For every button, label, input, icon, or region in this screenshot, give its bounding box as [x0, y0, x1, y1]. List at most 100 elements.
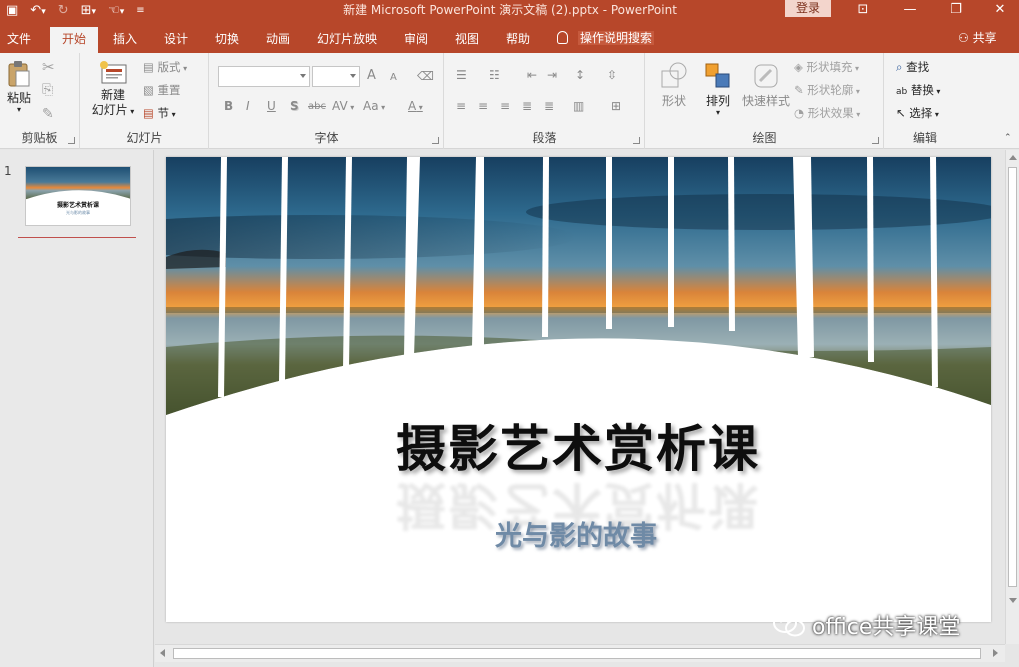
cut-icon[interactable]: ✂ [42, 58, 55, 76]
font-color-button[interactable]: A ▾ [408, 97, 423, 117]
customize-qat-icon[interactable]: ≡ [136, 2, 144, 20]
start-from-beginning-icon[interactable]: ⊞▾ [81, 2, 96, 21]
bullets-icon[interactable]: ☰ [456, 66, 467, 84]
character-spacing-button[interactable]: AV ▾ [332, 97, 354, 117]
section-icon: ▤ [143, 106, 158, 120]
close-icon[interactable]: ✕ [985, 0, 1015, 20]
select-button[interactable]: ↖ 选择 ▾ [896, 104, 939, 124]
paste-button[interactable]: 粘贴 ▾ [4, 60, 34, 114]
tab-home[interactable]: 开始 [50, 27, 99, 53]
new-slide-label-1: 新建 [100, 88, 125, 102]
section-button[interactable]: ▤ 节 ▾ [143, 104, 176, 124]
scroll-up-icon[interactable] [1009, 155, 1017, 160]
format-painter-icon[interactable]: ✎ [42, 105, 54, 123]
slide-canvas[interactable]: 摄影艺术赏析课 摄影艺术赏析课 光与影的故事 [166, 157, 991, 622]
tab-animations[interactable]: 动画 [266, 27, 290, 53]
change-case-button[interactable]: Aa ▾ [363, 97, 385, 117]
text-shadow-button[interactable]: S [290, 97, 299, 115]
grow-font-icon[interactable]: A [367, 67, 376, 85]
strikethrough-button[interactable]: abc [308, 98, 326, 116]
italic-button[interactable]: I [246, 97, 250, 115]
tab-help[interactable]: 帮助 [506, 27, 530, 53]
touch-mode-icon[interactable]: ☜▾ [108, 2, 124, 21]
minimize-icon[interactable]: — [895, 0, 925, 20]
group-slides: 新建 幻灯片 ▾ ▤ 版式 ▾ ▧ 重置 ▤ 节 ▾ 幻灯片 [81, 53, 209, 149]
thumbnail-title: 摄影艺术赏析课 [56, 202, 99, 209]
slide-thumbnail[interactable]: 摄影艺术赏析课 光与影的故事 [25, 166, 131, 226]
tab-design[interactable]: 设计 [164, 27, 188, 53]
align-center-icon[interactable]: ≡ [478, 97, 488, 115]
tell-me-search[interactable]: 操作说明搜索 [557, 27, 655, 49]
arrange-button[interactable]: 排列 ▾ [700, 61, 736, 117]
shrink-font-icon[interactable]: A [390, 69, 397, 87]
underline-button[interactable]: U [267, 97, 276, 115]
font-size-dropdown-icon[interactable] [350, 74, 356, 78]
increase-indent-icon[interactable]: ⇥ [547, 66, 557, 84]
group-label-drawing: 绘图 [752, 131, 777, 145]
scroll-down-icon[interactable] [1009, 598, 1017, 603]
find-button[interactable]: ⌕ 查找 [896, 58, 929, 76]
new-slide-label-2: 幻灯片 ▾ [91, 103, 135, 117]
save-icon[interactable]: ▣ [6, 2, 18, 20]
tab-slideshow[interactable]: 幻灯片放映 [317, 27, 377, 53]
pen-icon: ✎ [794, 83, 808, 97]
ribbon-tab-bar: 文件 开始 插入 设计 切换 动画 幻灯片放映 审阅 视图 帮助 操作说明搜索 … [0, 22, 1019, 53]
share-label: 共享 [972, 31, 997, 45]
group-clipboard: 粘贴 ▾ ✂ ⎘ ✎ 剪贴板 [0, 53, 80, 149]
paragraph-launcher-icon[interactable] [633, 137, 640, 144]
distributed-icon[interactable]: ≣ [544, 97, 554, 115]
replace-button[interactable]: ab 替换 ▾ [896, 81, 940, 101]
new-slide-button[interactable]: 新建 幻灯片 ▾ [89, 59, 137, 119]
reset-button[interactable]: ▧ 重置 [143, 81, 181, 99]
font-name-dropdown-icon[interactable] [300, 74, 306, 78]
columns-icon[interactable]: ▥ [573, 97, 584, 115]
tab-transitions[interactable]: 切换 [215, 27, 239, 53]
scroll-left-icon[interactable] [160, 649, 165, 657]
tab-review[interactable]: 审阅 [404, 27, 428, 53]
paint-bucket-icon: ◈ [794, 60, 807, 74]
shape-fill-button[interactable]: ◈ 形状填充 ▾ [794, 58, 859, 78]
scroll-right-icon[interactable] [993, 649, 998, 657]
line-spacing-icon[interactable]: ↕ [575, 66, 585, 84]
smartart-icon[interactable]: ⊞ [611, 97, 621, 115]
vertical-scroll-thumb[interactable] [1008, 167, 1017, 587]
tab-insert[interactable]: 插入 [113, 27, 137, 53]
font-size-combo[interactable] [312, 66, 360, 87]
vertical-scrollbar[interactable] [1005, 150, 1019, 644]
copy-icon[interactable]: ⎘ [42, 81, 53, 99]
layout-icon: ▤ [143, 60, 158, 74]
ribbon-display-options-icon[interactable]: ⊡ [848, 0, 878, 20]
slide-title[interactable]: 摄影艺术赏析课 [394, 419, 762, 479]
horizontal-scroll-thumb[interactable] [173, 648, 981, 659]
group-font: A A ⌫ B I U S abc AV ▾ Aa ▾ A ▾ 字体 [210, 53, 444, 149]
tab-view[interactable]: 视图 [455, 27, 479, 53]
font-name-combo[interactable] [218, 66, 310, 87]
share-button[interactable]: ⚇ 共享 [958, 27, 997, 49]
quick-access-toolbar: ▣ ↶▾ ↻ ⊞▾ ☜▾ ≡ [6, 2, 145, 20]
align-left-icon[interactable]: ≡ [456, 97, 466, 115]
group-label-slides: 幻灯片 [126, 131, 163, 145]
login-button[interactable]: 登录 [785, 0, 831, 17]
numbering-icon[interactable]: ☷ [489, 66, 500, 84]
text-direction-icon[interactable]: ⇳ [607, 66, 617, 84]
shape-effects-button[interactable]: ◔ 形状效果 ▾ [794, 104, 860, 124]
clipboard-launcher-icon[interactable] [68, 137, 75, 144]
restore-icon[interactable]: ❐ [941, 0, 971, 20]
layout-button[interactable]: ▤ 版式 ▾ [143, 58, 187, 78]
shape-outline-button[interactable]: ✎ 形状轮廓 ▾ [794, 81, 860, 101]
clear-formatting-icon[interactable]: ⌫ [417, 67, 434, 85]
justify-icon[interactable]: ≣ [522, 97, 532, 115]
bold-button[interactable]: B [224, 97, 233, 115]
drawing-launcher-icon[interactable] [872, 137, 879, 144]
undo-icon[interactable]: ↶▾ [30, 2, 45, 21]
decrease-indent-icon[interactable]: ⇤ [527, 66, 537, 84]
align-right-icon[interactable]: ≡ [500, 97, 510, 115]
tab-file[interactable]: 文件 [7, 27, 31, 53]
slide-subtitle[interactable]: 光与影的故事 [466, 514, 686, 553]
font-launcher-icon[interactable] [432, 137, 439, 144]
horizontal-scrollbar[interactable] [155, 644, 1005, 662]
shapes-button[interactable]: 形状 [656, 61, 692, 109]
collapse-ribbon-icon[interactable]: ⌃ [1004, 133, 1012, 143]
quick-styles-button[interactable]: 快速样式 [738, 61, 794, 109]
redo-icon[interactable]: ↻ [58, 2, 69, 20]
